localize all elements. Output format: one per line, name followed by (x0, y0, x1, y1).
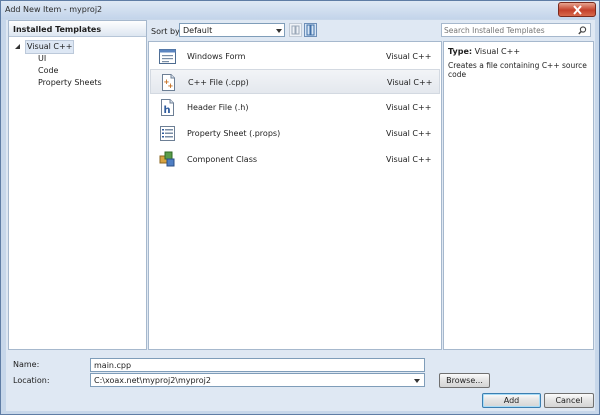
small-icons-view-icon (291, 25, 300, 35)
chevron-down-icon[interactable] (414, 379, 420, 383)
description-text: Creates a file containing C++ source cod… (448, 61, 587, 79)
template-name: Component Class (187, 155, 258, 164)
template-type: Visual C++ (386, 103, 432, 112)
window-title: Add New Item - myproj2 (5, 5, 103, 14)
type-value: Visual C++ (474, 47, 521, 56)
search-icon[interactable] (578, 26, 587, 35)
add-new-item-dialog: Add New Item - myproj2 Installed Templat… (0, 0, 600, 415)
template-property-sheet[interactable]: Property Sheet (.props) Visual C++ (150, 121, 440, 146)
template-name: C++ File (.cpp) (188, 78, 249, 87)
location-label: Location: (13, 376, 50, 385)
tree-node-label: Visual C++ (25, 40, 75, 54)
templates-toolbar: Sort by: Default (148, 20, 593, 42)
search-installed-templates[interactable] (441, 23, 591, 37)
description-type: Type: Visual C++ (448, 47, 520, 56)
tree-node-ui[interactable]: UI (9, 53, 146, 65)
tree-node-code[interactable]: Code (9, 65, 146, 77)
template-component-class[interactable]: Component Class Visual C++ (150, 147, 440, 172)
browse-button[interactable]: Browse... (439, 373, 490, 388)
template-type: Visual C++ (387, 78, 433, 87)
template-type: Visual C++ (386, 52, 432, 61)
sort-by-value: Default (183, 26, 213, 35)
tree-node-label: Code (38, 66, 59, 75)
list-view-icon (306, 24, 315, 36)
search-input[interactable] (444, 25, 574, 36)
dialog-body: Installed Templates Visual C++ UI Code P… (6, 20, 595, 411)
name-value: main.cpp (94, 361, 132, 370)
template-name: Header File (.h) (187, 103, 249, 112)
small-icons-view-button[interactable] (289, 23, 302, 37)
property-sheet-icon (160, 126, 175, 141)
medium-icons-view-button[interactable] (304, 23, 317, 37)
cpp-file-icon: + + (162, 74, 175, 91)
installed-templates-pane: Installed Templates Visual C++ UI Code P… (8, 20, 147, 350)
tree-node-property-sheets[interactable]: Property Sheets (9, 77, 146, 89)
type-label: Type: (448, 47, 473, 56)
template-cpp-file[interactable]: + + C++ File (.cpp) Visual C++ (150, 69, 440, 94)
header-file-icon: h (161, 99, 174, 116)
location-field[interactable]: C:\xoax.net\myproj2\myproj2 (90, 373, 425, 387)
expand-arrow-icon[interactable] (15, 44, 21, 50)
template-description-pane: Type: Visual C++ Creates a file containi… (443, 41, 594, 350)
template-type: Visual C++ (386, 155, 432, 164)
component-class-icon (159, 151, 175, 167)
template-tree: Visual C++ UI Code Property Sheets (9, 40, 146, 89)
svg-text:h: h (164, 105, 171, 116)
tree-node-label: UI (38, 54, 47, 63)
tree-node-visual-cpp[interactable]: Visual C++ (9, 40, 146, 54)
installed-templates-header[interactable]: Installed Templates (9, 21, 146, 37)
template-type: Visual C++ (386, 129, 432, 138)
location-value: C:\xoax.net\myproj2\myproj2 (94, 376, 211, 385)
svg-text:+: + (168, 82, 174, 90)
close-button[interactable] (558, 2, 596, 17)
cancel-button[interactable]: Cancel (544, 393, 594, 408)
title-bar: Add New Item - myproj2 (1, 1, 599, 19)
sort-by-select[interactable]: Default (179, 23, 285, 37)
name-label: Name: (13, 360, 40, 369)
template-list: Windows Form Visual C++ + + C++ File (.c… (148, 41, 442, 350)
tree-node-label: Property Sheets (38, 78, 102, 87)
name-field[interactable]: main.cpp (90, 358, 425, 372)
template-windows-form[interactable]: Windows Form Visual C++ (150, 44, 440, 69)
template-name: Property Sheet (.props) (187, 129, 281, 138)
chevron-down-icon (276, 29, 282, 33)
sort-by-label: Sort by: (151, 27, 182, 36)
windows-form-icon (159, 49, 176, 64)
template-name: Windows Form (187, 52, 246, 61)
close-icon (573, 5, 582, 15)
template-header-file[interactable]: h Header File (.h) Visual C++ (150, 95, 440, 120)
add-button[interactable]: Add (482, 393, 541, 408)
installed-templates-label: Installed Templates (13, 25, 102, 34)
